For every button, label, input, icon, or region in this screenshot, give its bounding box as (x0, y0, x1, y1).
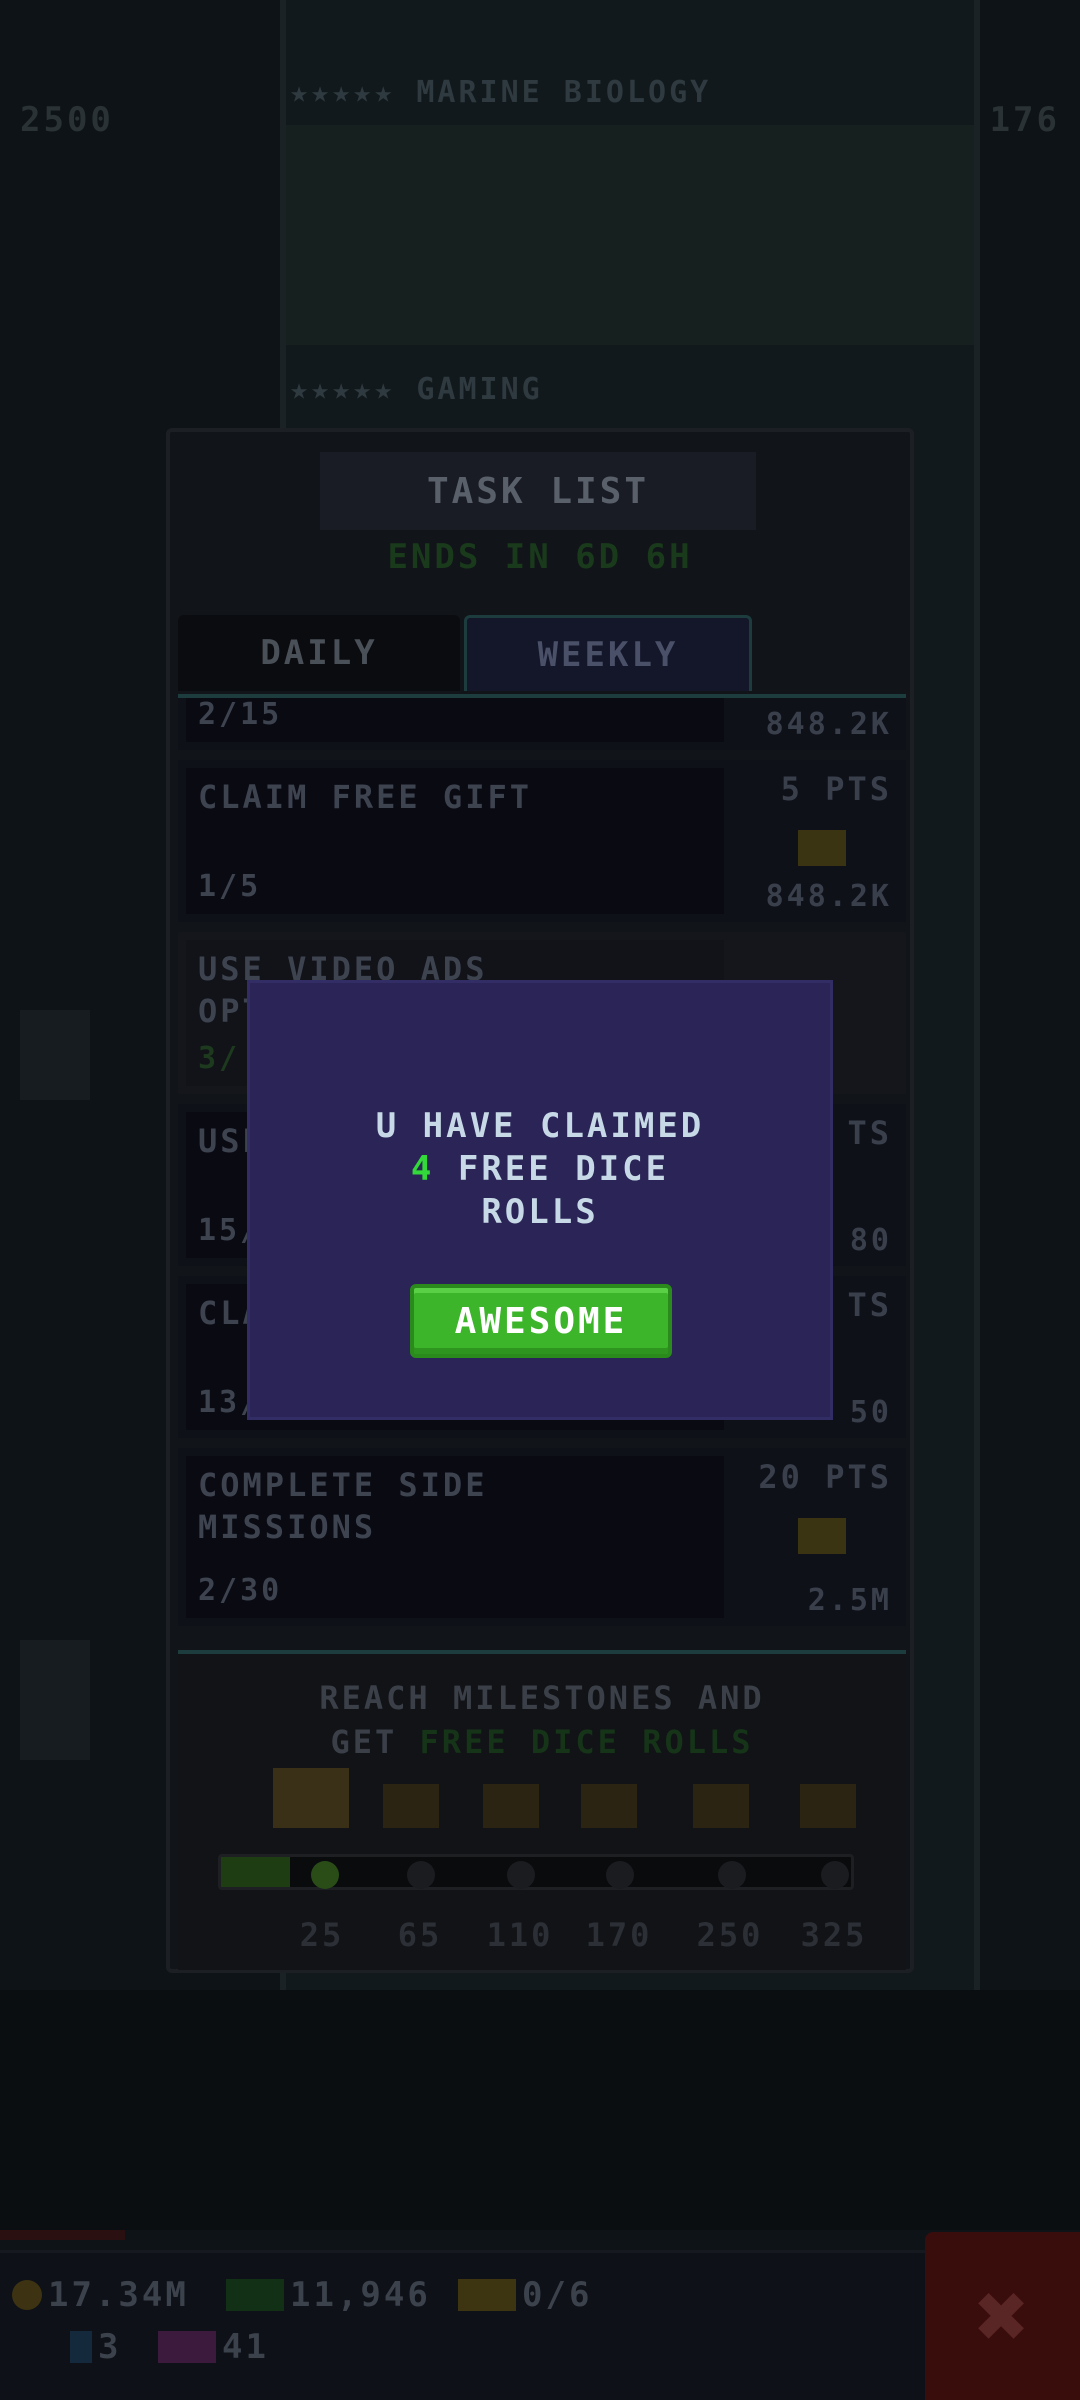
vip-value: 41 (222, 2327, 269, 2367)
milestone-node (718, 1861, 746, 1889)
task-reward: 848.2K (765, 707, 892, 742)
milestone-value: 110 (486, 1916, 554, 1954)
task-title: COMPLETE SIDE MISSIONS (198, 1466, 488, 1546)
task-item: COMPLETE SIDE MISSIONS 2/30 20 PTS 2.5M (178, 1448, 906, 1626)
task-reward: 848.2K (765, 879, 892, 914)
ends-in-timer: ENDS IN 6D 6H (387, 537, 693, 577)
coins-counter[interactable]: 17.34M (12, 2275, 189, 2315)
task-item: 2/15 848.2K (178, 697, 906, 750)
task-body: COMPLETE SIDE MISSIONS 2/30 (186, 1456, 724, 1618)
ticket-icon (458, 2279, 516, 2311)
floor-label-marine-biology: ★★★★★ MARINE BIOLOGY (290, 75, 712, 110)
tab-daily[interactable]: DAILY (178, 615, 460, 691)
modal-message: U HAVE CLAIMED 4 FREE DICE ROLLS (250, 1105, 830, 1234)
lobby-floor (0, 1990, 1080, 2230)
left-stat: 2500 (20, 100, 114, 140)
milestone-highlight: FREE DICE ROLLS (419, 1723, 754, 1761)
side-decoration (20, 1010, 90, 1100)
gem-icon (70, 2331, 92, 2363)
task-progress: 3/ (198, 1041, 241, 1076)
milestone-line-1: REACH MILESTONES AND (319, 1679, 765, 1717)
modal-line-2: 4 FREE DICE (250, 1148, 830, 1191)
task-title: CLAIM FREE GIFT (198, 778, 532, 816)
milestone-value: 25 (299, 1916, 345, 1954)
tickets-counter[interactable]: 0/6 (458, 2275, 592, 2315)
claimed-dice-modal: U HAVE CLAIMED 4 FREE DICE ROLLS AWESOME (247, 980, 833, 1420)
task-points: 5 PTS (780, 770, 892, 808)
task-progress: 1/5 (198, 869, 262, 904)
task-reward: 80 (849, 1223, 892, 1258)
milestone-chest-icon[interactable] (693, 1784, 749, 1828)
milestone-progress-fill (221, 1857, 291, 1887)
task-body: 2/15 (186, 697, 724, 742)
milestone-node (821, 1861, 849, 1889)
gems-counter[interactable]: 3 (70, 2327, 121, 2367)
modal-line-1: U HAVE CLAIMED (375, 1106, 705, 1146)
milestone-chest-icon[interactable] (581, 1784, 637, 1828)
milestone-value: 170 (585, 1916, 653, 1954)
milestone-chest-icon[interactable] (483, 1784, 539, 1828)
task-points: 20 PTS (758, 1458, 892, 1496)
panel-title: TASK LIST (320, 452, 756, 530)
task-body: CLAIM FREE GIFT 1/5 (186, 768, 724, 914)
vip-counter[interactable]: 41 (158, 2327, 269, 2367)
modal-line-2-text: FREE DICE (434, 1149, 670, 1189)
modal-line-3: ROLLS (481, 1192, 599, 1232)
task-reward: 2.5M (807, 1583, 892, 1618)
close-button[interactable]: ✖ (925, 2232, 1080, 2400)
milestone-node (407, 1861, 435, 1889)
milestone-node (606, 1861, 634, 1889)
task-reward: 50 (849, 1395, 892, 1430)
milestone-chest-icon[interactable] (800, 1784, 856, 1828)
milestone-chest-icon[interactable] (383, 1784, 439, 1828)
floor-label-gaming: ★★★★★ GAMING (290, 372, 543, 407)
right-stat: 176 (989, 100, 1060, 140)
milestone-section: REACH MILESTONES AND GET FREE DICE ROLLS… (178, 1650, 906, 1970)
cash-counter[interactable]: 11,946 (226, 2275, 431, 2315)
dice-count: 4 (410, 1149, 435, 1189)
side-decoration (20, 1640, 90, 1760)
milestone-node (311, 1861, 339, 1889)
task-points: TS (847, 1114, 892, 1152)
task-progress: 2/15 (198, 697, 283, 732)
bottom-hud: 17.34M 11,946 0/6 3 41 (0, 2250, 925, 2400)
coins-value: 17.34M (48, 2275, 189, 2315)
floor-room-marine-biology[interactable] (286, 125, 974, 345)
tab-weekly[interactable]: WEEKLY (464, 615, 752, 691)
cash-value: 11,946 (290, 2275, 431, 2315)
awesome-button[interactable]: AWESOME (410, 1284, 672, 1358)
gems-value: 3 (98, 2327, 122, 2367)
milestone-progress-bar (218, 1854, 854, 1890)
milestone-value: 250 (696, 1916, 764, 1954)
milestone-value: 325 (800, 1916, 868, 1954)
task-points: TS (847, 1286, 892, 1324)
milestone-node (507, 1861, 535, 1889)
cash-icon (226, 2279, 284, 2311)
milestone-value: 65 (397, 1916, 443, 1954)
close-icon: ✖ (975, 2263, 1030, 2369)
coin-stack-icon (798, 1518, 846, 1554)
coin-stack-icon (798, 830, 846, 866)
milestone-description: REACH MILESTONES AND GET FREE DICE ROLLS (178, 1676, 906, 1764)
task-progress: 2/30 (198, 1573, 283, 1608)
milestone-chest-icon[interactable] (273, 1768, 349, 1828)
milestone-line-2: GET FREE DICE ROLLS (178, 1720, 906, 1764)
vip-icon (158, 2331, 216, 2363)
task-item: CLAIM FREE GIFT 1/5 5 PTS 848.2K (178, 760, 906, 922)
tickets-value: 0/6 (522, 2275, 593, 2315)
coin-icon (12, 2280, 42, 2310)
milestone-line-2-prefix: GET (330, 1723, 420, 1761)
